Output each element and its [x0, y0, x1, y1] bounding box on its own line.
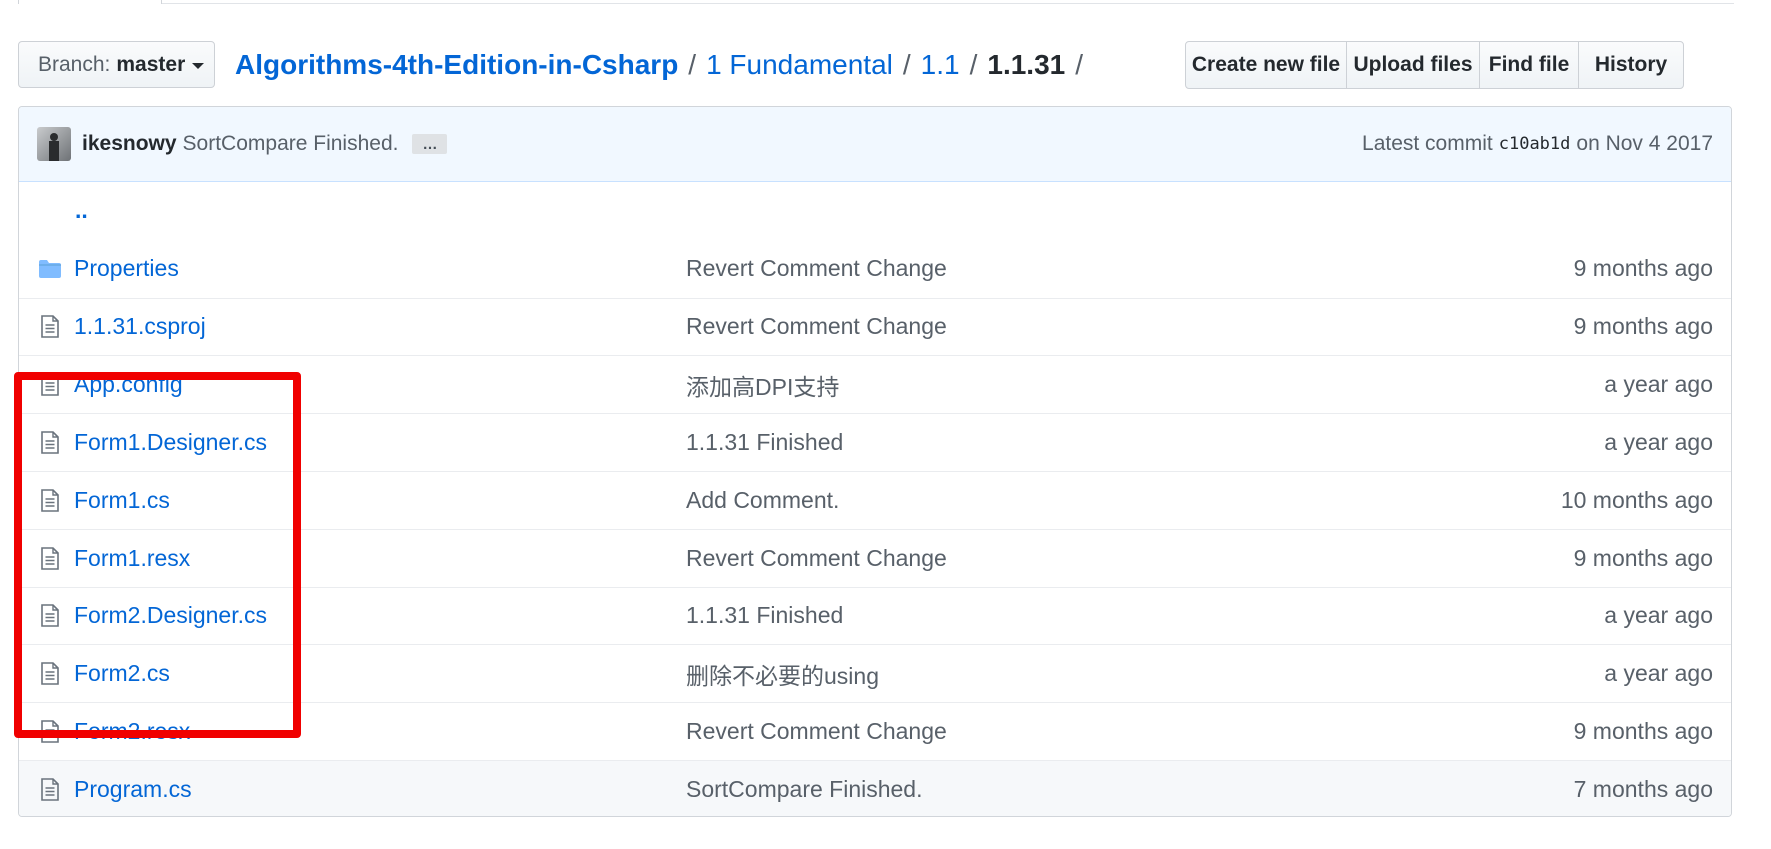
- find-file-button[interactable]: Find file: [1479, 41, 1579, 89]
- file-text-icon: [37, 604, 62, 628]
- file-list: .. Properties Revert Comment Change 9 mo…: [19, 182, 1731, 816]
- file-commit-message[interactable]: Revert Comment Change: [686, 545, 1574, 572]
- file-age: a year ago: [1604, 660, 1713, 687]
- file-name-link[interactable]: Form2.cs: [74, 660, 686, 687]
- file-row: Form1.Designer.cs 1.1.31 Finished a year…: [19, 413, 1731, 471]
- file-name-link[interactable]: Form1.cs: [74, 487, 686, 514]
- breadcrumb-separator: /: [1075, 49, 1084, 80]
- file-age: 9 months ago: [1573, 544, 1713, 571]
- file-age: 7 months ago: [1573, 775, 1713, 802]
- file-row: Form2.Designer.cs 1.1.31 Finished a year…: [19, 586, 1731, 645]
- file-text-icon: [37, 720, 62, 743]
- file-commit-message[interactable]: Add Comment.: [686, 487, 1561, 514]
- file-text-icon: [37, 662, 62, 686]
- breadcrumb-repo-link[interactable]: Algorithms-4th-Edition-in-Csharp: [235, 49, 678, 81]
- branch-select-button[interactable]: Branch: master: [18, 41, 215, 88]
- file-row: Form2.cs 删除不必要的using a year ago: [19, 644, 1731, 702]
- file-name-link[interactable]: Form2.resx: [74, 718, 686, 745]
- create-new-file-button[interactable]: Create new file: [1185, 41, 1347, 89]
- file-name-link[interactable]: Form2.Designer.cs: [74, 602, 686, 629]
- file-commit-message[interactable]: 1.1.31 Finished: [686, 602, 1604, 629]
- file-age: 10 months ago: [1560, 486, 1713, 513]
- file-name-link[interactable]: Form1.resx: [74, 545, 686, 572]
- file-commit-message[interactable]: 删除不必要的using: [686, 657, 1604, 691]
- file-commit-message[interactable]: Revert Comment Change: [686, 255, 1574, 282]
- file-row: Properties Revert Comment Change 9 month…: [19, 240, 1731, 298]
- branch-value: master: [116, 52, 186, 76]
- file-commit-message[interactable]: SortCompare Finished.: [686, 776, 1574, 803]
- branch-label: Branch:: [38, 52, 111, 76]
- top-tab-bar: [0, 0, 1771, 4]
- file-text-icon: [37, 431, 62, 454]
- breadcrumb-current: 1.1.31: [987, 49, 1066, 80]
- file-commit-message[interactable]: 添加高DPI支持: [686, 368, 1604, 402]
- avatar[interactable]: [37, 127, 71, 161]
- active-tab-edge: [18, 0, 162, 4]
- breadcrumb-separator: /: [902, 49, 911, 80]
- file-text-icon: [37, 489, 62, 512]
- parent-directory-row: ..: [19, 182, 1731, 240]
- file-row: Form1.resx Revert Comment Change 9 month…: [19, 528, 1731, 587]
- file-name-link[interactable]: Program.cs: [74, 776, 686, 803]
- breadcrumb-separator: /: [969, 49, 978, 80]
- file-row: Form1.cs Add Comment. 10 months ago: [19, 470, 1731, 529]
- file-commit-message[interactable]: Revert Comment Change: [686, 718, 1574, 745]
- folder-icon: [37, 259, 62, 279]
- file-text-icon: [37, 315, 62, 339]
- file-row: Form2.resx Revert Comment Change 9 month…: [19, 702, 1731, 760]
- breadcrumb-link-fundamental[interactable]: 1 Fundamental: [706, 49, 893, 81]
- file-row: 1.1.31.csproj Revert Comment Change 9 mo…: [19, 297, 1731, 356]
- history-button[interactable]: History: [1578, 41, 1684, 89]
- commit-message[interactable]: SortCompare Finished.: [183, 132, 399, 156]
- breadcrumb-separator: /: [688, 49, 697, 80]
- file-text-icon: [37, 373, 62, 397]
- file-row: App.config 添加高DPI支持 a year ago: [19, 355, 1731, 413]
- file-actions: Create new file Upload files Find file H…: [1185, 41, 1684, 89]
- chevron-down-icon: [192, 62, 205, 69]
- parent-directory-link[interactable]: ..: [75, 197, 88, 224]
- commit-date: on Nov 4 2017: [1576, 132, 1713, 155]
- file-age: 9 months ago: [1573, 313, 1713, 340]
- tab-bar-divider: [162, 3, 1734, 4]
- file-text-icon: [37, 546, 62, 570]
- file-row: Program.cs SortCompare Finished. 7 month…: [19, 759, 1731, 816]
- file-age: a year ago: [1604, 429, 1713, 456]
- file-name-link[interactable]: App.config: [74, 371, 686, 398]
- latest-commit-label: Latest commit: [1362, 132, 1493, 155]
- file-age: a year ago: [1604, 602, 1713, 629]
- latest-commit-info: Latest commit c10ab1d on Nov 4 2017: [1362, 132, 1713, 156]
- file-commit-message[interactable]: 1.1.31 Finished: [686, 429, 1604, 456]
- commit-author[interactable]: ikesnowy: [82, 132, 177, 156]
- file-commit-message[interactable]: Revert Comment Change: [686, 313, 1574, 340]
- file-age: a year ago: [1604, 371, 1713, 398]
- breadcrumb: Algorithms-4th-Edition-in-Csharp / 1 Fun…: [235, 46, 1093, 84]
- upload-files-button[interactable]: Upload files: [1346, 41, 1480, 89]
- breadcrumb-link-section[interactable]: 1.1: [921, 49, 960, 81]
- commit-sha[interactable]: c10ab1d: [1499, 134, 1571, 154]
- file-name-link[interactable]: Form1.Designer.cs: [74, 429, 686, 456]
- file-navigation-table: ikesnowy SortCompare Finished. … Latest …: [18, 106, 1732, 817]
- ellipsis-expander-button[interactable]: …: [412, 134, 448, 154]
- file-text-icon: [37, 778, 62, 801]
- latest-commit-bar: ikesnowy SortCompare Finished. … Latest …: [19, 107, 1731, 182]
- file-age: 9 months ago: [1573, 255, 1713, 282]
- file-name-link[interactable]: 1.1.31.csproj: [74, 313, 686, 340]
- file-name-link[interactable]: Properties: [74, 255, 686, 282]
- file-age: 9 months ago: [1573, 718, 1713, 745]
